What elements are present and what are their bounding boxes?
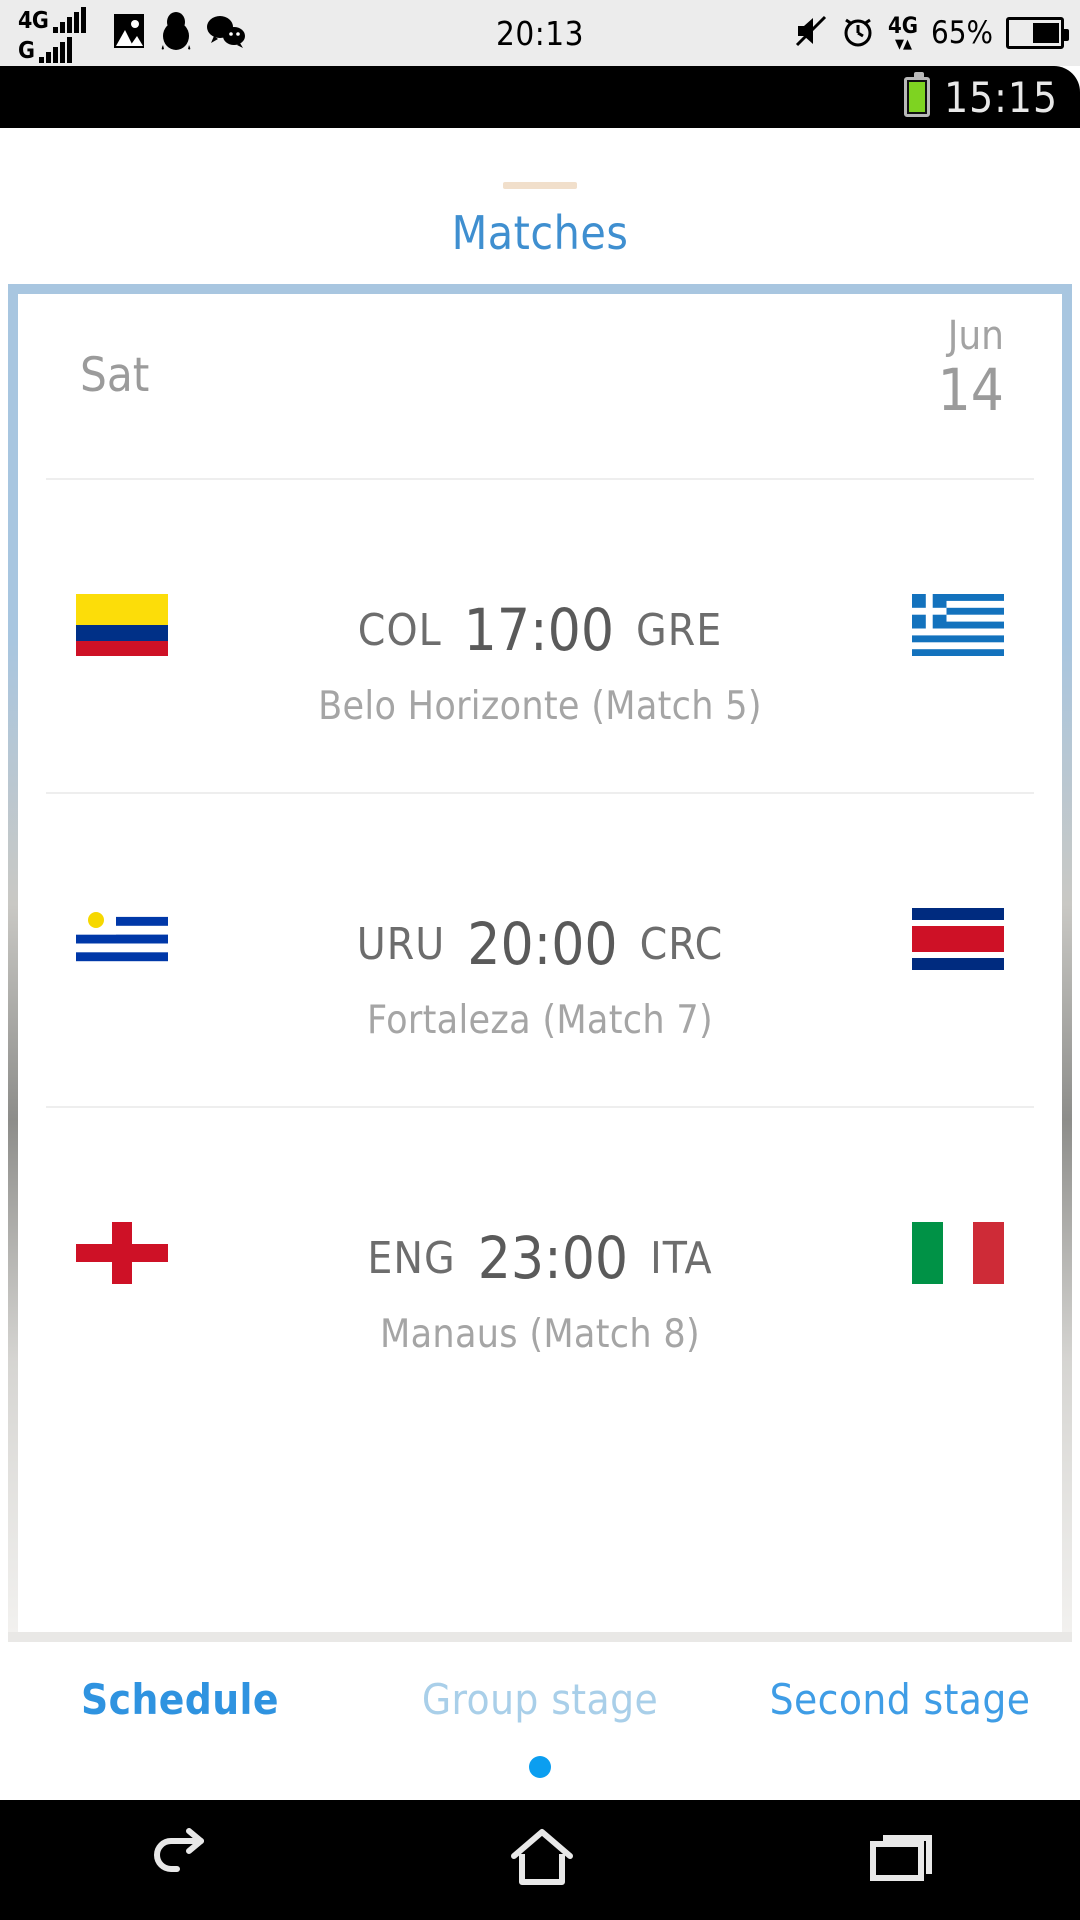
- battery-percent-label: 65%: [931, 15, 993, 51]
- scroll-edge-left[interactable]: [8, 284, 18, 1632]
- inner-clock: 15:15: [944, 72, 1058, 122]
- home-icon[interactable]: [506, 1826, 578, 1894]
- table-row[interactable]: ENG 23:00 ITA Manaus (Match 8): [46, 1108, 1034, 1422]
- screen-root: 4G G 20:13 4G ▼▲ 65% 15:15 Matches Sat J…: [0, 0, 1080, 1920]
- scrolled-divider: [503, 182, 577, 189]
- recents-icon[interactable]: [865, 1828, 937, 1892]
- inner-status-bar: 15:15: [0, 66, 1080, 128]
- tab-group-stage[interactable]: Group stage: [360, 1675, 720, 1724]
- date-block: Jun 14: [938, 316, 1004, 420]
- page-title: Matches: [451, 206, 629, 260]
- away-team-code: ITA: [650, 1232, 713, 1284]
- inner-status-right: 15:15: [904, 66, 1058, 128]
- away-team-code: CRC: [639, 918, 724, 970]
- alarm-icon: [841, 14, 875, 52]
- greece-flag: [912, 594, 1004, 656]
- matches-list-frame: Sat Jun 14 COL 17:00 GRE Belo Horizonte …: [0, 284, 1080, 1644]
- app-header: Matches: [0, 128, 1080, 284]
- costa-rica-flag: [912, 908, 1004, 970]
- match-venue: Belo Horizonte (Match 5): [318, 684, 762, 729]
- page-indicator: [0, 1756, 1080, 1778]
- scroll-edge-right[interactable]: [1062, 284, 1072, 1632]
- date-day-number: 14: [937, 355, 1004, 424]
- tab-schedule[interactable]: Schedule: [0, 1675, 360, 1724]
- match-venue: Fortaleza (Match 7): [367, 998, 713, 1043]
- back-icon[interactable]: [143, 1827, 219, 1893]
- home-team-code: ENG: [367, 1232, 456, 1284]
- table-row[interactable]: URU 20:00 CRC Fortaleza (Match 7): [46, 794, 1034, 1108]
- kickoff-time: 23:00: [477, 1224, 629, 1292]
- battery-icon: [1006, 17, 1069, 49]
- table-row[interactable]: COL 17:00 GRE Belo Horizonte (Match 5): [46, 480, 1034, 794]
- away-team-code: GRE: [636, 604, 723, 656]
- frame-top-edge: [8, 284, 1072, 294]
- host-status-bar: 4G G 20:13 4G ▼▲ 65%: [0, 0, 1080, 66]
- tab-second-stage[interactable]: Second stage: [720, 1675, 1080, 1724]
- bottom-tab-bar: Schedule Group stage Second stage: [0, 1644, 1080, 1800]
- tab-row: Schedule Group stage Second stage: [0, 1644, 1080, 1754]
- date-weekday: Sat: [80, 348, 150, 403]
- android-nav-bar: [0, 1800, 1080, 1920]
- kickoff-time: 20:00: [467, 910, 618, 978]
- mute-icon: [794, 14, 828, 52]
- date-month: Jun: [947, 313, 1004, 359]
- date-header-row: Sat Jun 14: [46, 294, 1034, 480]
- frame-bottom-edge: [8, 1632, 1072, 1642]
- italy-flag: [912, 1222, 1004, 1284]
- match-venue: Manaus (Match 8): [380, 1312, 700, 1357]
- match-center-line: URU 20:00 CRC: [46, 910, 1034, 978]
- kickoff-time: 17:00: [463, 596, 615, 664]
- home-team-code: URU: [356, 918, 446, 970]
- data-network-label: 4G: [887, 13, 918, 39]
- data-arrows: ▼▲: [894, 36, 912, 52]
- match-center-line: ENG 23:00 ITA: [46, 1224, 1034, 1292]
- page-indicator-dot: [529, 1756, 551, 1778]
- matches-card: Sat Jun 14 COL 17:00 GRE Belo Horizonte …: [46, 294, 1034, 1632]
- home-team-code: COL: [357, 604, 442, 656]
- app-container: Matches Sat Jun 14 COL 17:00 GRE Belo Ho…: [0, 128, 1080, 1800]
- data-transfer-icon: 4G ▼▲: [887, 13, 918, 52]
- match-center-line: COL 17:00 GRE: [46, 596, 1034, 664]
- host-status-right: 4G ▼▲ 65%: [794, 0, 1069, 66]
- inner-battery-icon: [904, 72, 931, 117]
